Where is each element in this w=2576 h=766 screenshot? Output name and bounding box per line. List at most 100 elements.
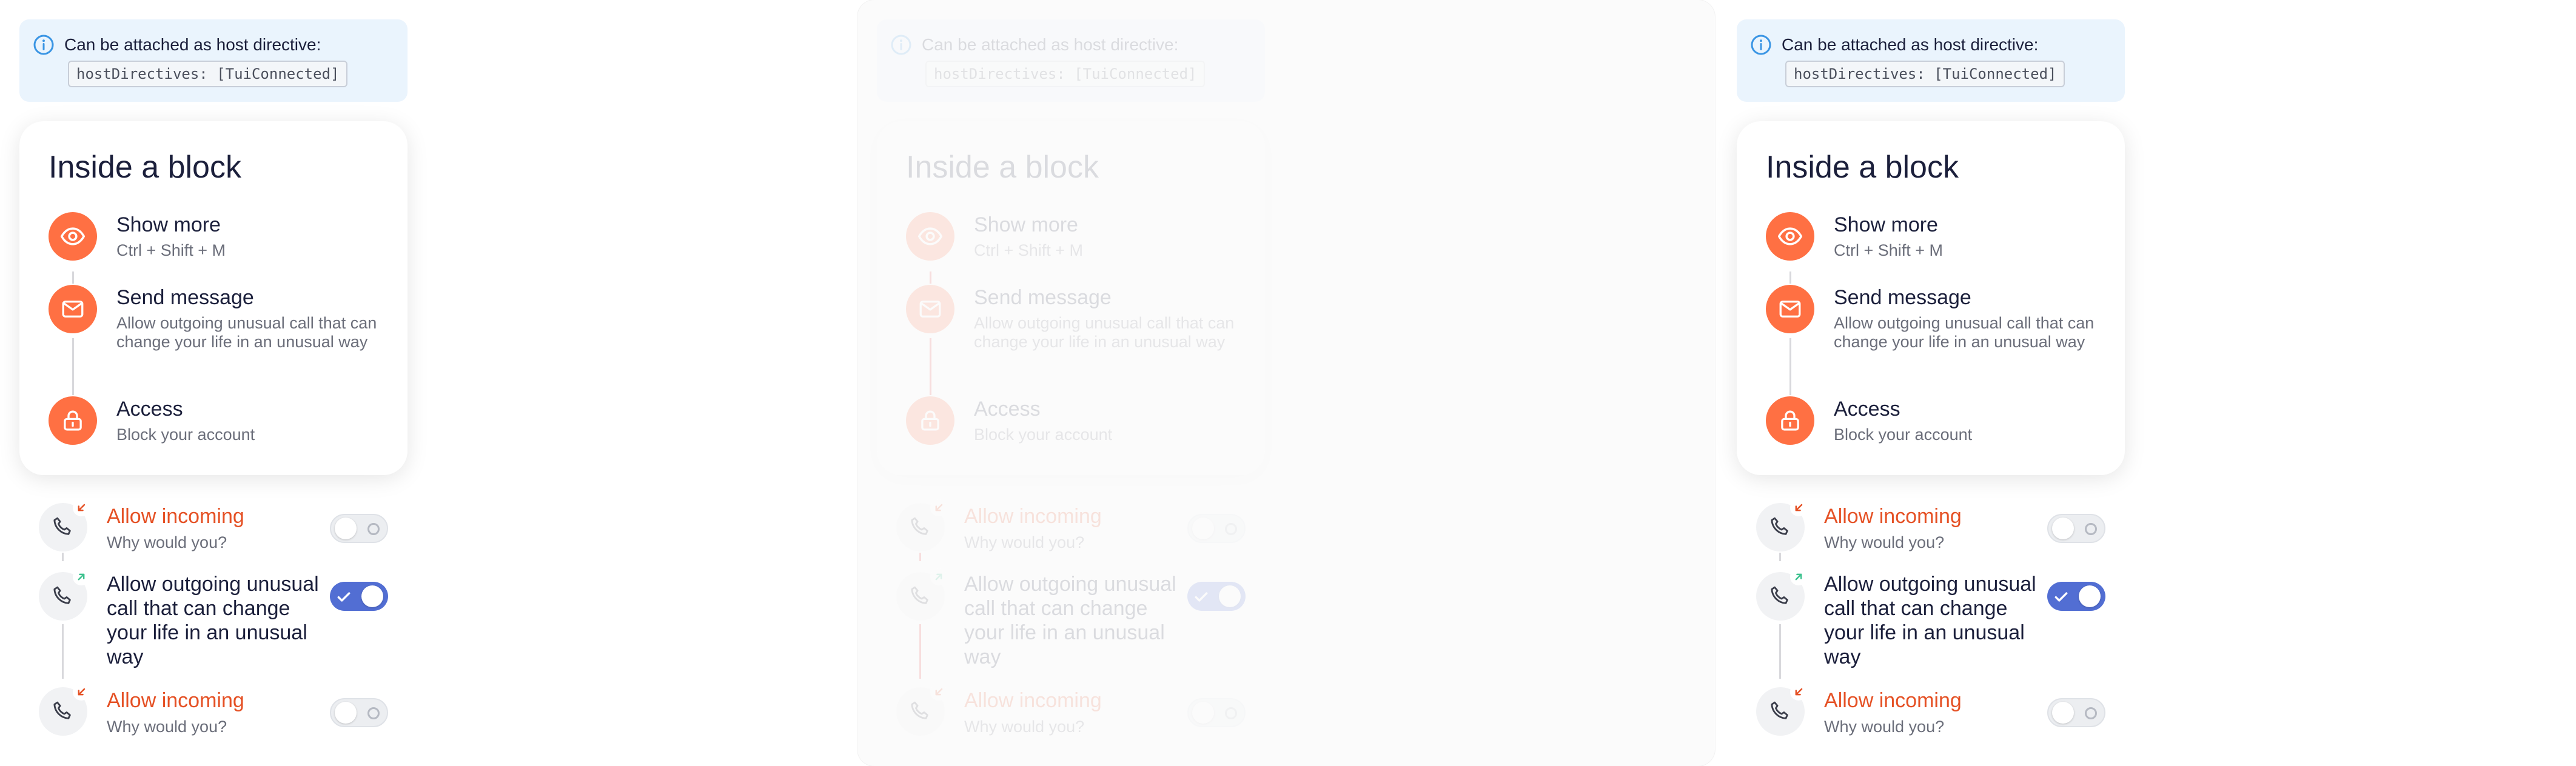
incoming-arrow-icon: [1790, 499, 1807, 516]
phone-icon: [911, 701, 928, 719]
phone-icon: [53, 701, 71, 719]
host-directive-notice: Can be attached as host directive: hostD…: [877, 19, 1265, 102]
notice-text: Can be attached as host directive:: [64, 35, 321, 54]
check-icon: [2054, 592, 2068, 602]
demo-panel-left: Can be attached as host directive: hostD…: [0, 0, 857, 766]
cell-title: Allow incoming: [964, 689, 1102, 712]
step-title: Send message: [974, 286, 1112, 309]
lock-icon: [921, 410, 939, 431]
timeline-connector: [1789, 271, 1791, 284]
block-title: Inside a block: [49, 150, 241, 185]
code-snippet: hostDirectives: [TuiConnected]: [925, 61, 1206, 87]
timeline-connector: [930, 271, 931, 284]
cell-description: Why would you?: [964, 533, 1085, 551]
block-card: Inside a block Show more Ctrl + Shift + …: [877, 121, 1265, 475]
outgoing-arrow-icon: [930, 568, 947, 585]
step-title: Show more: [116, 213, 221, 236]
step-send-message-icon: [1766, 285, 1814, 333]
step-description: Ctrl + Shift + M: [1834, 241, 1944, 259]
step-description: Allow outgoing unusual call that can cha…: [974, 314, 1235, 351]
step-description: Ctrl + Shift + M: [974, 241, 1084, 259]
step-description: Block your account: [1834, 425, 1973, 444]
step-title: Show more: [1834, 213, 1938, 236]
cell-title: Allow outgoing unusual call that can cha…: [107, 573, 319, 668]
outgoing-arrow-icon: [1790, 568, 1807, 585]
cell-title: Allow incoming: [107, 689, 244, 712]
mail-icon: [62, 301, 84, 318]
cell-description: Why would you?: [1824, 533, 1945, 551]
step-description: Allow outgoing unusual call that can cha…: [116, 314, 377, 351]
incoming-arrow-icon: [73, 499, 90, 516]
info-icon: [1751, 35, 1771, 55]
step-show-more-icon: [906, 212, 954, 261]
check-icon: [337, 592, 351, 602]
allow-incoming-toggle[interactable]: [1187, 698, 1246, 727]
incoming-arrow-icon: [930, 499, 947, 516]
eye-icon: [1777, 227, 1803, 245]
lock-icon: [64, 410, 82, 431]
phone-icon: [911, 586, 928, 604]
block-title: Inside a block: [906, 150, 1099, 185]
incoming-arrow-icon: [1790, 684, 1807, 701]
step-send-message-icon: [49, 285, 97, 333]
allow-outgoing-toggle[interactable]: [1187, 582, 1246, 611]
step-show-more-icon: [1766, 212, 1814, 261]
cell-title: Allow incoming: [1824, 505, 1962, 528]
incoming-arrow-icon: [930, 684, 947, 701]
step-title: Show more: [974, 213, 1078, 236]
allow-incoming-toggle[interactable]: [2047, 514, 2105, 543]
phone-icon: [53, 586, 71, 604]
notice-text: Can be attached as host directive:: [922, 35, 1179, 54]
cell-connector: [1779, 553, 1781, 561]
cell-title: Allow incoming: [1824, 689, 1962, 712]
step-access-icon: [1766, 396, 1814, 445]
step-description: Block your account: [974, 425, 1113, 444]
eye-icon: [60, 227, 86, 245]
cell-title: Allow outgoing unusual call that can cha…: [964, 573, 1176, 668]
info-icon: [33, 35, 54, 55]
demo-panel-right: Can be attached as host directive: hostD…: [1717, 0, 2575, 766]
disabled-demo-content: Can be attached as host directive: hostD…: [857, 0, 1715, 766]
step-access-icon: [49, 396, 97, 445]
allow-incoming-toggle[interactable]: [330, 514, 388, 543]
cell-title: Allow incoming: [964, 505, 1102, 528]
allow-incoming-toggle[interactable]: [2047, 698, 2105, 727]
cell-connector: [919, 553, 921, 561]
check-icon: [1195, 592, 1208, 602]
timeline-connector: [1789, 338, 1791, 395]
mail-icon: [1779, 301, 1801, 318]
lock-icon: [1781, 410, 1799, 431]
host-directive-notice: Can be attached as host directive: hostD…: [1737, 19, 2125, 102]
cell-description: Why would you?: [107, 718, 227, 736]
allow-incoming-toggle[interactable]: [1187, 514, 1246, 543]
step-title: Send message: [116, 286, 254, 309]
phone-icon: [1771, 701, 1788, 719]
step-access-icon: [906, 396, 954, 445]
code-snippet: hostDirectives: [TuiConnected]: [1785, 61, 2065, 87]
step-description: Block your account: [116, 425, 255, 444]
allow-incoming-toggle[interactable]: [330, 698, 388, 727]
step-show-more-icon: [49, 212, 97, 261]
block-title: Inside a block: [1766, 150, 1959, 185]
cell-title: Allow incoming: [107, 505, 244, 528]
timeline-connector: [72, 271, 74, 284]
cell-description: Why would you?: [964, 718, 1085, 736]
cell-title: Allow outgoing unusual call that can cha…: [1824, 573, 2036, 668]
cell-connector: [62, 553, 64, 561]
step-title: Access: [116, 398, 183, 421]
incoming-arrow-icon: [73, 684, 90, 701]
outgoing-arrow-icon: [73, 568, 90, 585]
code-snippet: hostDirectives: [TuiConnected]: [68, 61, 348, 87]
demo-panel-middle: Can be attached as host directive: hostD…: [857, 0, 1715, 766]
cell-connector: [919, 624, 921, 679]
cell-description: Why would you?: [107, 533, 227, 551]
mail-icon: [919, 301, 941, 318]
step-title: Send message: [1834, 286, 1971, 309]
block-card: Inside a block Show more Ctrl + Shift + …: [19, 121, 408, 475]
step-description: Ctrl + Shift + M: [116, 241, 226, 259]
allow-outgoing-toggle[interactable]: [330, 582, 388, 611]
info-icon: [891, 35, 911, 55]
allow-outgoing-toggle[interactable]: [2047, 582, 2105, 611]
phone-icon: [911, 517, 928, 535]
phone-icon: [53, 517, 71, 535]
